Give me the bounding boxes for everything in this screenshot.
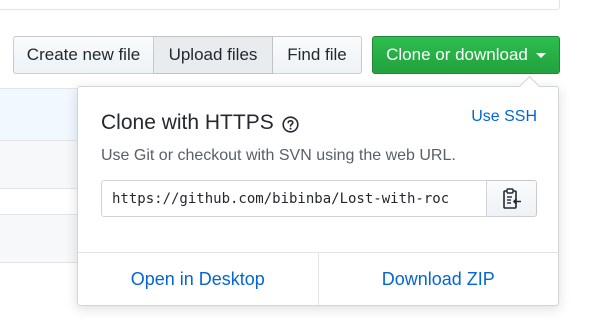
- clone-url-input[interactable]: [101, 180, 487, 217]
- upload-files-button[interactable]: Upload files: [154, 36, 273, 74]
- open-in-desktop-button[interactable]: Open in Desktop: [78, 253, 318, 305]
- clone-or-download-button[interactable]: Clone or download: [372, 36, 560, 74]
- clone-or-download-label: Clone or download: [386, 45, 528, 64]
- copy-url-button[interactable]: [487, 180, 537, 217]
- clone-title-text: Clone with HTTPS: [101, 111, 274, 134]
- create-new-file-button[interactable]: Create new file: [13, 36, 154, 74]
- caret-down-icon: [535, 52, 546, 58]
- clone-url-group: [101, 180, 537, 217]
- question-circle-icon[interactable]: [282, 115, 299, 133]
- clipboard-icon: [502, 187, 521, 209]
- file-actions-button-group: Create new file Upload files Find file: [13, 36, 362, 74]
- popover-footer: Open in Desktop Download ZIP: [78, 253, 558, 305]
- use-ssh-link[interactable]: Use SSH: [471, 108, 537, 126]
- find-file-button[interactable]: Find file: [273, 36, 362, 74]
- clone-title: Clone with HTTPS: [101, 111, 299, 135]
- repo-box-edge: [0, 0, 560, 10]
- clone-description: Use Git or checkout with SVN using the w…: [101, 147, 456, 164]
- popover-arrow: [518, 75, 541, 98]
- download-zip-button[interactable]: Download ZIP: [317, 253, 559, 305]
- repo-page: Create new file Upload files Find file C…: [0, 0, 603, 326]
- clone-popover: Clone with HTTPS Use SSH Use Git or chec…: [77, 75, 559, 306]
